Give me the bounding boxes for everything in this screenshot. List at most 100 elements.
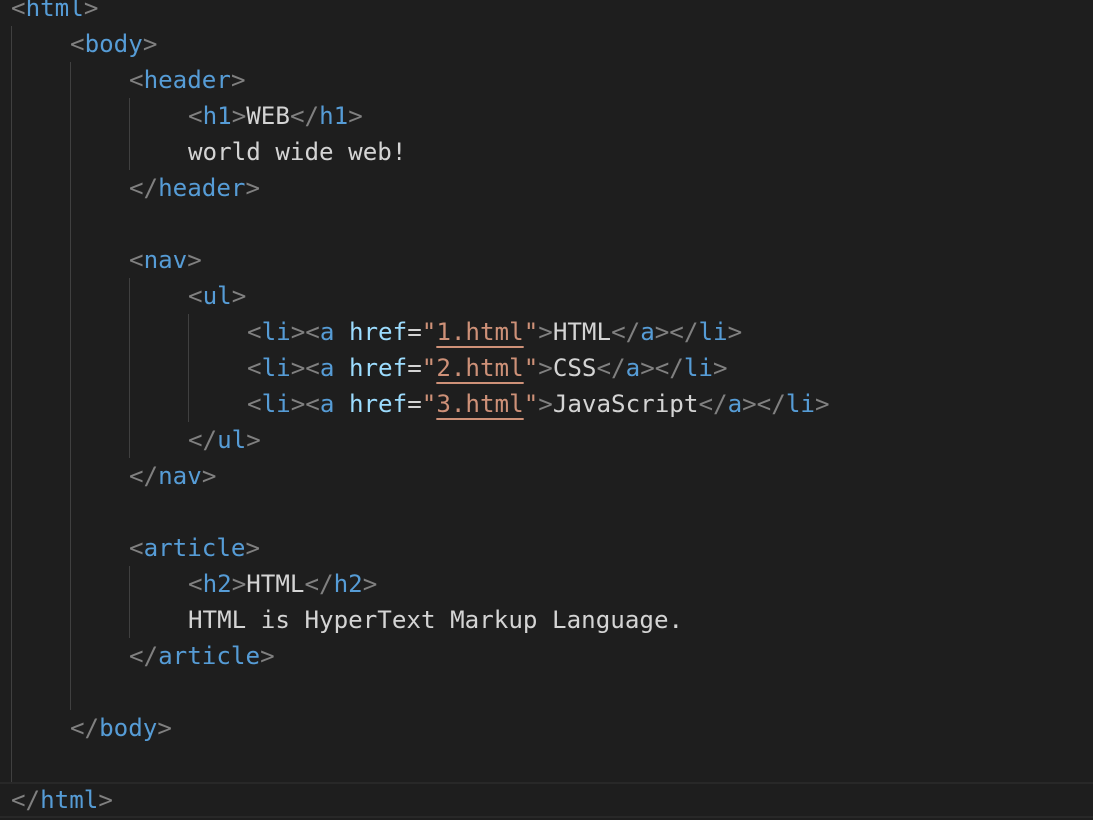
- angle-bracket: ><: [290, 318, 320, 346]
- angle-bracket: >: [231, 102, 247, 130]
- angle-bracket: </: [611, 318, 641, 346]
- tag-name: article: [143, 534, 246, 562]
- tag-name: nav: [158, 462, 202, 490]
- text-content: HTML is HyperText Markup Language.: [188, 606, 684, 634]
- tag-name: li: [261, 390, 291, 418]
- attribute-name: href: [348, 354, 408, 382]
- angle-bracket: </: [11, 786, 41, 814]
- angle-bracket: <: [247, 390, 262, 418]
- angle-bracket: ></: [654, 318, 699, 346]
- text-content: HTML: [246, 570, 305, 598]
- tag-name: li: [261, 354, 291, 382]
- angle-bracket: <: [247, 354, 262, 382]
- quote: ": [523, 318, 539, 346]
- tag-name: a: [727, 390, 743, 418]
- angle-bracket: </: [289, 102, 320, 130]
- quote: ": [523, 390, 539, 418]
- tag-name: header: [158, 174, 246, 202]
- angle-bracket: >: [260, 642, 275, 670]
- code-line-article-close[interactable]: </article>: [129, 638, 275, 674]
- href-link[interactable]: 1.html: [436, 318, 523, 346]
- tag-name: body: [84, 30, 143, 58]
- code-line-html-close[interactable]: </html>: [0, 782, 1093, 818]
- tag-name: article: [158, 642, 261, 670]
- angle-bracket: >: [201, 462, 217, 490]
- tag-name: html: [25, 0, 84, 22]
- angle-bracket: >: [713, 354, 728, 382]
- tag-name: a: [640, 318, 655, 346]
- angle-bracket: ></: [640, 354, 684, 382]
- tag-name: nav: [143, 246, 188, 274]
- angle-bracket: >: [245, 174, 261, 202]
- code-line-nav-close[interactable]: </nav>: [129, 458, 216, 494]
- tag-name: header: [143, 66, 231, 94]
- angle-bracket: ><: [290, 354, 320, 382]
- angle-bracket: </: [129, 642, 159, 670]
- angle-bracket: <: [11, 0, 26, 22]
- angle-bracket: >: [157, 714, 172, 742]
- code-line-article-text[interactable]: HTML is HyperText Markup Language.: [188, 602, 683, 638]
- angle-bracket: <: [129, 246, 144, 274]
- tag-name: h2: [202, 570, 232, 598]
- code-line-li[interactable]: <li><a href="1.html">HTML</a></li>: [247, 314, 742, 350]
- angle-bracket: >: [230, 66, 246, 94]
- angle-bracket: ></: [742, 390, 786, 418]
- equals-sign: =: [407, 390, 422, 418]
- href-link[interactable]: 2.html: [436, 354, 523, 382]
- code-line-li[interactable]: <li><a href="3.html">JavaScript</a></li>: [247, 386, 830, 422]
- code-line-li[interactable]: <li><a href="2.html">CSS</a></li>: [247, 350, 728, 386]
- code-line-h1[interactable]: <h1>WEB</h1>: [188, 98, 363, 134]
- angle-bracket: <: [188, 282, 203, 310]
- angle-bracket: >: [362, 570, 378, 598]
- indent-guide-ul: [188, 314, 189, 422]
- angle-bracket: >: [98, 786, 113, 814]
- text-content: world wide web!: [188, 138, 407, 166]
- angle-bracket: </: [698, 390, 728, 418]
- indent-guide-body: [70, 62, 71, 710]
- angle-bracket: <: [188, 102, 203, 130]
- tag-name: h2: [333, 570, 363, 598]
- code-line-header-text[interactable]: world wide web!: [188, 134, 406, 170]
- code-line-ul-open[interactable]: <ul>: [188, 278, 246, 314]
- tag-name: h1: [202, 102, 232, 130]
- tag-name: a: [319, 318, 335, 346]
- angle-bracket: ><: [290, 390, 320, 418]
- tag-name: h1: [319, 102, 349, 130]
- angle-bracket: <: [129, 66, 144, 94]
- code-editor[interactable]: <html> <body> <header> <h1>WEB</h1> worl…: [0, 0, 1093, 820]
- code-line-html-open[interactable]: <html>: [11, 0, 98, 26]
- link-text: JavaScript: [552, 390, 699, 418]
- code-line-header-close[interactable]: </header>: [129, 170, 260, 206]
- angle-bracket: >: [814, 390, 830, 418]
- code-line-header-open[interactable]: <header>: [129, 62, 246, 98]
- tag-name: ul: [217, 426, 247, 454]
- indent-guide-html: [11, 26, 12, 782]
- href-link[interactable]: 3.html: [436, 390, 523, 418]
- angle-bracket: >: [246, 426, 261, 454]
- code-line-body-open[interactable]: <body>: [70, 26, 157, 62]
- code-line-article-open[interactable]: <article>: [129, 530, 260, 566]
- angle-bracket: </: [188, 426, 218, 454]
- tag-name: li: [785, 390, 815, 418]
- angle-bracket: <: [188, 570, 203, 598]
- angle-bracket: >: [538, 354, 553, 382]
- angle-bracket: >: [187, 246, 202, 274]
- quote: ": [421, 354, 437, 382]
- code-line-nav-open[interactable]: <nav>: [129, 242, 202, 278]
- angle-bracket: >: [231, 570, 247, 598]
- angle-bracket: </: [304, 570, 334, 598]
- link-text: CSS: [552, 354, 597, 382]
- indent-guide-article: [129, 566, 130, 638]
- tag-name: a: [625, 354, 641, 382]
- tag-name: li: [698, 318, 728, 346]
- angle-bracket: </: [596, 354, 626, 382]
- code-line-body-close[interactable]: </body>: [70, 710, 172, 746]
- equals-sign: =: [407, 318, 422, 346]
- angle-bracket: </: [129, 462, 159, 490]
- code-line-ul-close[interactable]: </ul>: [188, 422, 261, 458]
- angle-bracket: >: [231, 282, 247, 310]
- angle-bracket: </: [129, 174, 159, 202]
- quote: ": [523, 354, 539, 382]
- code-line-h2[interactable]: <h2>HTML</h2>: [188, 566, 377, 602]
- angle-bracket: <: [247, 318, 262, 346]
